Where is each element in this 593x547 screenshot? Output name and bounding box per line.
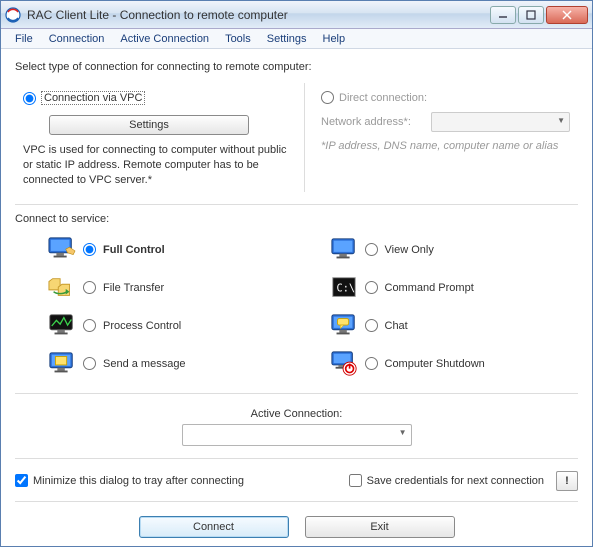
window-title: RAC Client Lite - Connection to remote c… xyxy=(27,8,490,22)
label-file-transfer: File Transfer xyxy=(103,282,164,294)
svg-text:C:\: C:\ xyxy=(336,282,355,294)
radio-command-prompt[interactable] xyxy=(365,281,378,294)
close-button[interactable] xyxy=(546,6,588,24)
radio-direct[interactable] xyxy=(321,91,334,104)
network-address-hint: *IP address, DNS name, computer name or … xyxy=(321,140,570,152)
monitor-note-icon xyxy=(45,349,79,379)
radio-shutdown[interactable] xyxy=(365,357,378,370)
radio-vpc[interactable] xyxy=(23,92,36,105)
command-prompt-icon: C:\ xyxy=(327,273,361,303)
monitor-graph-icon xyxy=(45,311,79,341)
label-command-prompt: Command Prompt xyxy=(385,282,474,294)
menu-settings[interactable]: Settings xyxy=(259,31,315,47)
service-view-only[interactable]: View Only xyxy=(297,231,579,269)
service-full-control[interactable]: Full Control xyxy=(15,231,297,269)
checkbox-minimize[interactable] xyxy=(15,474,28,487)
exit-button[interactable]: Exit xyxy=(305,516,455,538)
label-chat: Chat xyxy=(385,320,408,332)
titlebar: RAC Client Lite - Connection to remote c… xyxy=(1,1,592,29)
label-save-creds: Save credentials for next connection xyxy=(367,475,544,487)
service-file-transfer[interactable]: File Transfer xyxy=(15,269,297,307)
radio-send-message[interactable] xyxy=(83,357,96,370)
instruction-text: Select type of connection for connecting… xyxy=(15,61,578,73)
active-connection-dropdown[interactable]: ▼ xyxy=(182,424,412,446)
monitor-icon xyxy=(327,235,361,265)
direct-column: Direct connection: Network address*: ▼ *… xyxy=(305,83,578,192)
active-connection-label: Active Connection: xyxy=(15,408,578,420)
monitor-power-icon xyxy=(327,349,361,379)
minimize-button[interactable] xyxy=(490,6,516,24)
radio-vpc-label: Connection via VPC xyxy=(41,91,145,105)
maximize-button[interactable] xyxy=(518,6,544,24)
radio-direct-row[interactable]: Direct connection: xyxy=(321,91,570,104)
options-row: Minimize this dialog to tray after conne… xyxy=(15,467,578,502)
service-shutdown[interactable]: Computer Shutdown xyxy=(297,345,579,383)
folders-transfer-icon xyxy=(45,273,79,303)
service-process-control[interactable]: Process Control xyxy=(15,307,297,345)
vpc-description: VPC is used for connecting to computer w… xyxy=(23,143,296,188)
app-icon xyxy=(5,7,21,23)
network-address-dropdown: ▼ xyxy=(431,112,570,132)
monitor-chat-icon xyxy=(327,311,361,341)
minimize-to-tray-checkbox[interactable]: Minimize this dialog to tray after conne… xyxy=(15,474,244,487)
service-send-message[interactable]: Send a message xyxy=(15,345,297,383)
radio-chat[interactable] xyxy=(365,319,378,332)
menu-connection[interactable]: Connection xyxy=(41,31,113,47)
services-label: Connect to service: xyxy=(15,213,578,225)
radio-vpc-row[interactable]: Connection via VPC xyxy=(23,91,296,105)
connect-button[interactable]: Connect xyxy=(139,516,289,538)
chevron-down-icon: ▼ xyxy=(399,428,407,437)
chevron-down-icon: ▼ xyxy=(557,116,565,125)
service-chat[interactable]: Chat xyxy=(297,307,579,345)
bottom-buttons: Connect Exit xyxy=(15,516,578,538)
radio-direct-label: Direct connection: xyxy=(339,92,427,104)
menu-tools[interactable]: Tools xyxy=(217,31,259,47)
label-send-message: Send a message xyxy=(103,358,186,370)
checkbox-save-creds[interactable] xyxy=(349,474,362,487)
services-panel: Full Control File Transfer Process Contr… xyxy=(15,231,578,394)
label-process-control: Process Control xyxy=(103,320,181,332)
label-shutdown: Computer Shutdown xyxy=(385,358,485,370)
label-view-only: View Only xyxy=(385,244,434,256)
label-minimize: Minimize this dialog to tray after conne… xyxy=(33,475,244,487)
menu-file[interactable]: File xyxy=(7,31,41,47)
content-area: Select type of connection for connecting… xyxy=(1,49,592,546)
radio-process-control[interactable] xyxy=(83,319,96,332)
menubar: File Connection Active Connection Tools … xyxy=(1,29,592,49)
menu-active-connection[interactable]: Active Connection xyxy=(112,31,217,47)
network-address-row: Network address*: ▼ xyxy=(321,112,570,132)
vpc-column: Connection via VPC Settings VPC is used … xyxy=(15,83,305,192)
window-controls xyxy=(490,6,588,24)
radio-file-transfer[interactable] xyxy=(83,281,96,294)
monitor-hand-icon xyxy=(45,235,79,265)
radio-view-only[interactable] xyxy=(365,243,378,256)
menu-help[interactable]: Help xyxy=(315,31,354,47)
network-address-label: Network address*: xyxy=(321,116,431,128)
connection-type-panel: Connection via VPC Settings VPC is used … xyxy=(15,83,578,205)
service-command-prompt[interactable]: C:\ Command Prompt xyxy=(297,269,579,307)
label-full-control: Full Control xyxy=(103,244,165,256)
info-button[interactable]: ! xyxy=(556,471,578,491)
active-connection-section: Active Connection: ▼ xyxy=(15,402,578,459)
radio-full-control[interactable] xyxy=(83,243,96,256)
save-credentials-checkbox[interactable]: Save credentials for next connection xyxy=(349,474,544,487)
vpc-settings-button[interactable]: Settings xyxy=(49,115,249,135)
